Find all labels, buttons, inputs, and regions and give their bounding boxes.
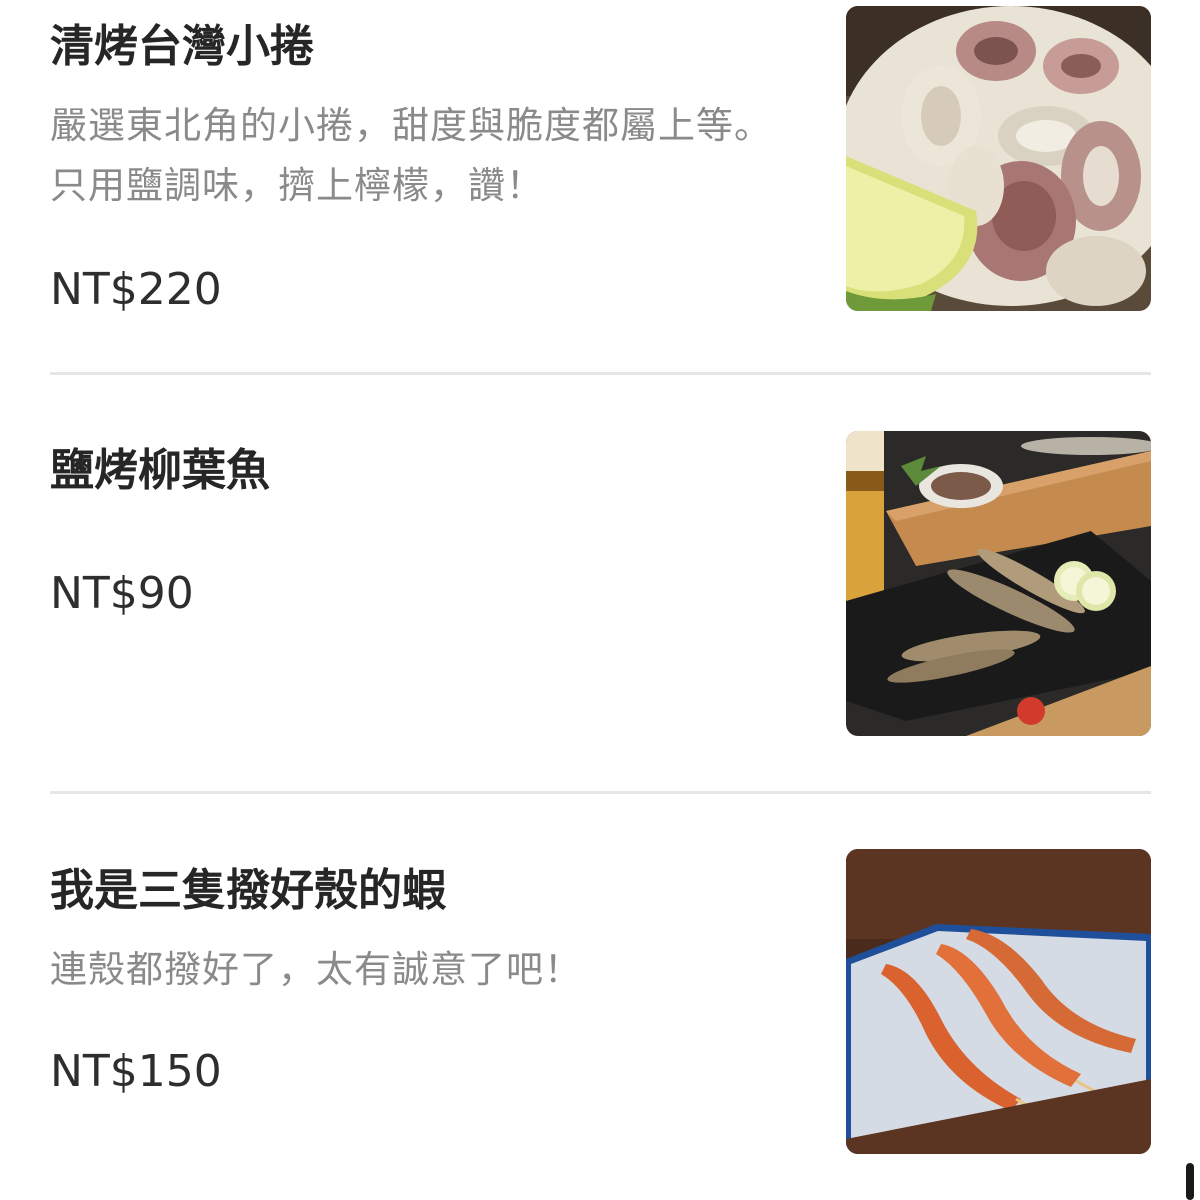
item-photo-grilled-squid[interactable] [846,6,1151,311]
menu-item-grilled-squid[interactable]: 清烤台灣小捲 嚴選東北角的小捲，甜度與脆度都屬上等。只用鹽調味，擠上檸檬，讚！ … [50,0,1151,330]
item-name: 我是三隻撥好殼的蝦 [50,865,446,916]
divider [50,372,1151,375]
item-name: 鹽烤柳葉魚 [50,445,270,496]
item-name: 清烤台灣小捲 [50,21,314,72]
item-photo-peeled-shrimp[interactable] [846,849,1151,1154]
item-photo-shishamo[interactable] [846,431,1151,736]
item-price: NT$90 [50,568,194,619]
menu-item-shishamo[interactable]: 鹽烤柳葉魚 NT$90 [50,424,1151,754]
item-description: 連殼都撥好了，太有誠意了吧！ [50,948,582,991]
menu-item-peeled-shrimp[interactable]: 我是三隻撥好殼的蝦 連殼都撥好了，太有誠意了吧！ NT$150 [50,844,1151,1174]
item-price: NT$150 [50,1046,222,1097]
divider [50,791,1151,794]
item-description: 嚴選東北角的小捲，甜度與脆度都屬上等。只用鹽調味，擠上檸檬，讚！ [50,104,772,207]
menu-list: 清烤台灣小捲 嚴選東北角的小捲，甜度與脆度都屬上等。只用鹽調味，擠上檸檬，讚！ … [0,0,1200,1200]
item-price: NT$220 [50,264,222,315]
scrollbar[interactable] [1186,1163,1194,1200]
